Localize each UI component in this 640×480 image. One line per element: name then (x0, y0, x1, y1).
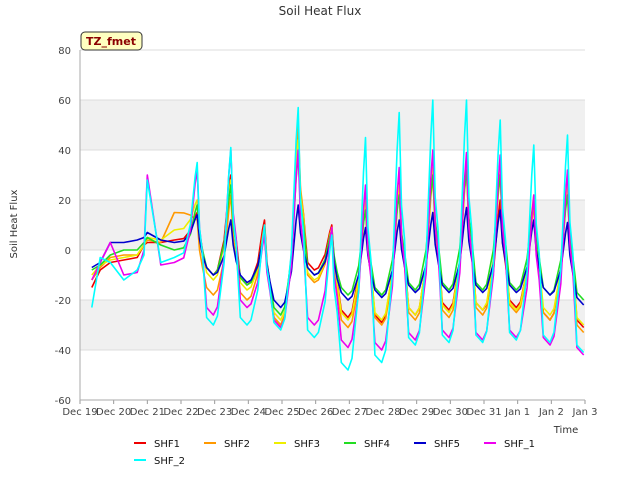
site-badge-label: TZ_fmet (86, 35, 136, 48)
x-tick-label: Dec 28 (365, 407, 400, 418)
y-tick-label: 40 (58, 146, 71, 157)
y-tick-label: 0 (65, 246, 71, 257)
x-tick-label: Dec 29 (399, 407, 434, 418)
site-badge: TZ_fmet (80, 31, 143, 51)
legend-label-shf3: SHF3 (294, 439, 320, 450)
y-axis-title: Soil Heat Flux (9, 189, 20, 258)
legend-label-shf-2: SHF_2 (154, 456, 185, 467)
y-tick-label: -40 (55, 346, 71, 357)
y-tick-label: 80 (58, 46, 71, 57)
x-tick-label: Dec 21 (130, 407, 165, 418)
x-axis-title: Time (553, 425, 578, 436)
x-tick-label: Jan 1 (504, 407, 530, 418)
y-tick-label: 60 (58, 96, 71, 107)
y-tick-label: 20 (58, 196, 71, 207)
x-tick-label: Dec 22 (163, 407, 198, 418)
y-tick-label: -60 (55, 396, 71, 407)
x-tick-label: Dec 20 (96, 407, 131, 418)
x-tick-label: Dec 31 (466, 407, 501, 418)
legend-label-shf1: SHF1 (154, 439, 180, 450)
shaded-band (80, 100, 585, 150)
legend-label-shf4: SHF4 (364, 439, 390, 450)
soil-heat-flux-chart: Soil Heat Flux -60-40-20020406080Dec 19D… (0, 0, 640, 480)
x-tick-label: Dec 23 (197, 407, 232, 418)
x-tick-label: Dec 27 (332, 407, 367, 418)
y-tick-label: -20 (55, 296, 71, 307)
x-tick-label: Jan 2 (538, 407, 564, 418)
x-tick-label: Jan 3 (572, 407, 598, 418)
legend-label-shf5: SHF5 (434, 439, 460, 450)
x-tick-label: Dec 25 (264, 407, 299, 418)
x-tick-label: Dec 30 (433, 407, 468, 418)
x-tick-label: Dec 26 (298, 407, 333, 418)
plot-area: -60-40-20020406080Dec 19Dec 20Dec 21Dec … (55, 46, 598, 418)
x-tick-label: Dec 19 (62, 407, 97, 418)
legend-label-shf2: SHF2 (224, 439, 250, 450)
chart-title: Soil Heat Flux (279, 4, 362, 18)
x-tick-label: Dec 24 (231, 407, 266, 418)
legend-label-shf-1: SHF_1 (504, 439, 535, 450)
